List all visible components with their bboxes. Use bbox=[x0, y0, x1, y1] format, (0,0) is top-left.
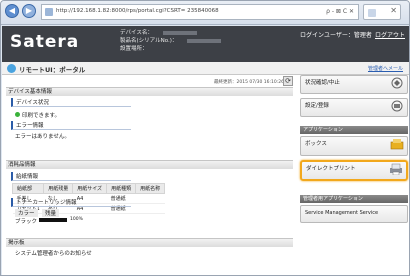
status-monitor-label: 状況確認/中止 bbox=[305, 80, 340, 86]
applications-head: アプリケーション bbox=[300, 126, 408, 134]
app-header: Satera デバイス名： 製品名(シリアルNo.)： 設置場所： ログインユー… bbox=[2, 26, 409, 62]
col-size: 用紙サイズ bbox=[72, 183, 108, 194]
direct-print-label: ダイレクトプリント bbox=[306, 166, 356, 172]
col-name: 用紙名称 bbox=[135, 183, 166, 194]
address-bar[interactable]: http://192.168.1.82:8000/rps/portal.cgi?… bbox=[41, 4, 359, 20]
product-name-value bbox=[187, 38, 222, 43]
device-basic-info-head: デバイス基本情報 bbox=[6, 87, 293, 96]
device-status-text: 印刷できます。 bbox=[22, 113, 60, 119]
browser-window: ◀ ▶ http://192.168.1.82:8000/rps/portal.… bbox=[0, 0, 410, 276]
col-type: 用紙種類 bbox=[106, 183, 137, 194]
admin-apps-head: 管理者用アプリケーション bbox=[300, 195, 408, 203]
page-subheader: リモートUI：ポータル 管理者へメール bbox=[2, 62, 409, 75]
direct-print-button[interactable]: ダイレクトプリント bbox=[300, 160, 408, 181]
close-tab-icon[interactable]: ✕ bbox=[390, 6, 397, 15]
printer-icon bbox=[390, 163, 402, 175]
col-remaining: 用紙残量 bbox=[43, 183, 74, 194]
error-info-text: エラーはありません。 bbox=[15, 134, 70, 140]
toner-col-color: カラー bbox=[15, 209, 38, 217]
last-update: 最終更新：2015 07/30 16:10:26 bbox=[214, 80, 284, 85]
location-label: 設置場所： bbox=[120, 46, 148, 52]
device-status-head: デバイス状況 bbox=[11, 98, 131, 107]
box-label: ボックス bbox=[305, 141, 327, 147]
device-name-label: デバイス名： bbox=[120, 30, 153, 36]
col-source: 給紙部 bbox=[11, 183, 45, 194]
settings-icon bbox=[391, 100, 403, 112]
address-text: http://192.168.1.82:8000/rps/portal.cgi?… bbox=[56, 8, 219, 14]
refresh-button[interactable]: ⟳ bbox=[283, 76, 293, 86]
device-info: デバイス名： 製品名(シリアルNo.)： 設置場所： bbox=[120, 29, 222, 53]
toner-head: トナーカートリッジ情報 bbox=[11, 198, 131, 207]
messages-text: システム管理者からのお知らせ bbox=[15, 251, 92, 257]
messages-head: 掲示板 bbox=[6, 238, 293, 247]
login-user: ログインユーザー：管理者 bbox=[300, 32, 372, 39]
logout-link[interactable]: ログアウト bbox=[375, 30, 405, 39]
page-title: リモートUI：ポータル bbox=[19, 66, 86, 74]
toner-level-bar bbox=[39, 218, 67, 222]
status-monitor-button[interactable]: 状況確認/中止 bbox=[300, 75, 408, 94]
cell bbox=[135, 203, 165, 214]
brand-logo: Satera bbox=[10, 32, 80, 52]
browser-tab[interactable]: ✕ bbox=[363, 4, 401, 20]
status-monitor-icon bbox=[391, 77, 403, 89]
error-info-head: エラー情報 bbox=[11, 121, 131, 130]
back-icon[interactable]: ◀ bbox=[5, 4, 19, 18]
toner-level-label: 100% bbox=[70, 217, 83, 222]
box-icon bbox=[390, 139, 404, 150]
toner-color: ブラック bbox=[15, 219, 38, 225]
main-panel: 最終更新：2015 07/30 16:10:26 ⟳ デバイス基本情報 デバイス… bbox=[2, 75, 409, 275]
product-name-label: 製品名(シリアルNo.)： bbox=[120, 38, 178, 44]
mail-admin-link[interactable]: 管理者へメール bbox=[368, 65, 403, 72]
consumables-info-head: 消耗品情報 bbox=[6, 160, 293, 169]
device-name-value bbox=[162, 30, 197, 35]
paper-info-head: 給紙情報 bbox=[11, 172, 131, 181]
address-tools[interactable]: ρ - ⊠ C ✕ bbox=[326, 8, 354, 15]
status-ok-icon bbox=[15, 112, 20, 117]
toner-col-level: 残量 bbox=[42, 209, 60, 217]
box-button[interactable]: ボックス bbox=[300, 136, 408, 156]
forward-icon[interactable]: ▶ bbox=[22, 4, 36, 18]
settings-label: 設定/登録 bbox=[305, 103, 329, 109]
cell bbox=[135, 193, 165, 204]
page-icon bbox=[45, 8, 53, 16]
remote-ui-icon bbox=[7, 64, 16, 73]
service-management-button[interactable]: Service Management Service bbox=[300, 205, 408, 223]
tab-icon bbox=[368, 9, 376, 17]
browser-toolbar: ◀ ▶ http://192.168.1.82:8000/rps/portal.… bbox=[1, 1, 409, 25]
settings-button[interactable]: 設定/登録 bbox=[300, 98, 408, 117]
